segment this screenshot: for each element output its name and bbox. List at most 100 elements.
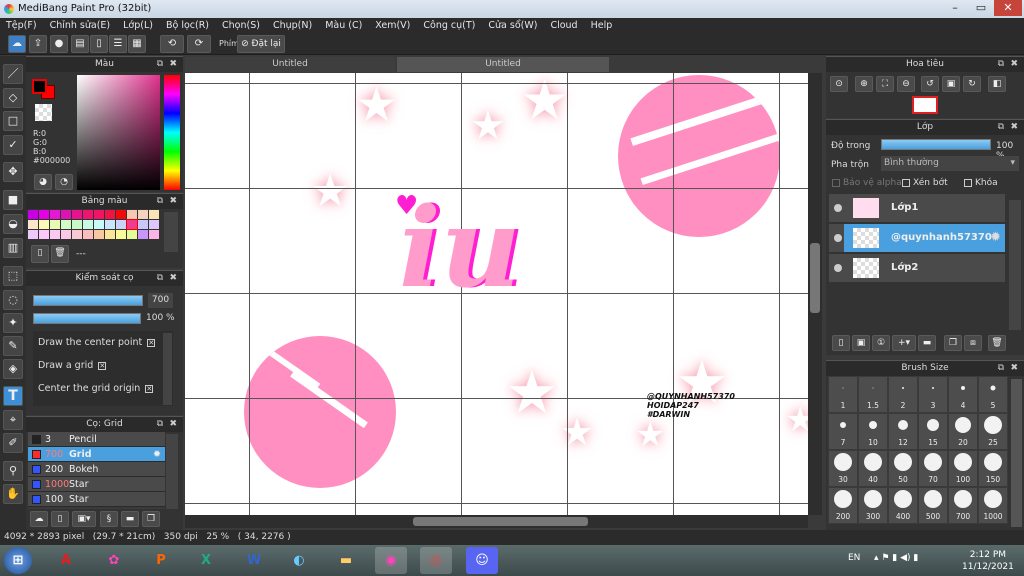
horizontal-scrollbar[interactable] xyxy=(185,515,808,528)
menu-item[interactable]: Chọn(S) xyxy=(222,18,267,33)
lasso-tool-icon[interactable]: ◌ xyxy=(3,290,23,310)
vertical-scrollbar[interactable] xyxy=(808,73,822,515)
new-1bit-layer-icon[interactable]: ① xyxy=(872,335,890,351)
brush-size-cell[interactable]: 12 xyxy=(888,413,918,450)
brush-tool-icon[interactable]: ／ xyxy=(3,64,23,84)
rotate-right-icon[interactable]: ↻ xyxy=(963,76,981,92)
brush-size-cell[interactable]: 3 xyxy=(918,376,948,413)
new-layer-icon[interactable]: ▯ xyxy=(832,335,850,351)
text-tool-icon[interactable]: T xyxy=(3,386,23,406)
word-taskbar-icon[interactable]: W xyxy=(238,547,270,574)
brush-list-scrollbar[interactable] xyxy=(166,434,178,509)
list-icon[interactable]: ☰ xyxy=(109,35,127,53)
fit-icon[interactable]: ⛶ xyxy=(876,76,894,92)
gradient-tool-icon[interactable]: ▥ xyxy=(3,238,23,258)
checkbox[interactable]: ✕ xyxy=(145,384,154,393)
palette-swatch[interactable] xyxy=(61,230,71,239)
brush-size-cell[interactable]: 400 xyxy=(888,487,918,524)
palette-scrollbar[interactable] xyxy=(164,212,178,252)
palette-swatch[interactable] xyxy=(50,210,60,219)
visibility-icon[interactable] xyxy=(834,264,842,272)
line-tool-icon[interactable]: ✓ xyxy=(3,135,23,155)
zoom-actual-icon[interactable]: ⊙ xyxy=(830,76,848,92)
brush-size-cell[interactable]: 500 xyxy=(918,487,948,524)
close-panel-icon[interactable]: ✖ xyxy=(169,417,177,432)
delete-layer-icon[interactable]: 🗑 xyxy=(988,335,1006,351)
protect-alpha-checkbox[interactable]: Bảo vệ alpha xyxy=(832,178,902,188)
eyedropper-tool-icon[interactable]: ⚲ xyxy=(3,461,23,481)
bucket-tool-icon[interactable]: ◒ xyxy=(3,214,23,234)
primary-color-swatch[interactable] xyxy=(32,79,47,94)
blend-mode-select[interactable]: Bình thường ▾ xyxy=(881,156,1019,171)
close-panel-icon[interactable]: ✖ xyxy=(169,194,177,209)
tab-untitled-2[interactable]: Untitled xyxy=(397,57,609,72)
close-panel-icon[interactable]: ✖ xyxy=(169,57,177,72)
brush-item[interactable]: 100 Star xyxy=(28,492,165,507)
hand-tool-icon[interactable]: ✋ xyxy=(3,484,23,504)
undock-icon[interactable]: ⧉ xyxy=(998,361,1004,376)
brush-size-cell[interactable]: 700 xyxy=(948,487,978,524)
brush-item[interactable]: 3 Pencil xyxy=(28,432,165,447)
brush-size-scrollbar[interactable] xyxy=(1011,379,1022,527)
grid-settings-icon[interactable]: ▦ xyxy=(128,35,146,53)
close-panel-icon[interactable]: ✖ xyxy=(1010,120,1018,135)
brush-size-value[interactable]: 700 xyxy=(148,293,173,308)
reset-rotation-icon[interactable]: ▣ xyxy=(942,76,960,92)
rectangle-tool-icon[interactable]: □ xyxy=(3,111,23,131)
brush-option[interactable]: Center the grid origin ✕ xyxy=(38,383,154,394)
brush-size-cell[interactable]: 15 xyxy=(918,413,948,450)
undock-icon[interactable]: ⧉ xyxy=(157,271,163,286)
undock-icon[interactable]: ⧉ xyxy=(998,57,1004,72)
menu-item[interactable]: Bộ lọc(R) xyxy=(166,18,216,33)
brush-size-cell[interactable]: 300 xyxy=(858,487,888,524)
brush-size-cell[interactable]: 7 xyxy=(828,413,858,450)
palette-swatch[interactable] xyxy=(61,220,71,229)
menu-item[interactable]: Chỉnh sửa(E) xyxy=(50,18,118,33)
language-indicator[interactable]: EN xyxy=(848,553,860,563)
palette-swatch[interactable] xyxy=(72,220,82,229)
undock-icon[interactable]: ⧉ xyxy=(157,194,163,209)
transparent-color-swatch[interactable] xyxy=(35,104,52,121)
menu-item[interactable]: Lớp(L) xyxy=(123,18,160,33)
menu-item[interactable]: Help xyxy=(591,18,620,33)
palette-swatch[interactable] xyxy=(127,230,137,239)
horizontal-scroll-thumb[interactable] xyxy=(413,517,588,526)
share-icon[interactable]: ⇪ xyxy=(29,35,47,53)
move-tool-icon[interactable]: ✥ xyxy=(3,162,23,182)
cloud-brush-icon[interactable]: ☁ xyxy=(30,511,48,527)
palette-swatch[interactable] xyxy=(149,210,159,219)
add-layer-menu-icon[interactable]: +▾ xyxy=(892,335,916,351)
layer-opacity-slider[interactable] xyxy=(881,139,991,150)
tray-icons[interactable]: ▴ ⚑ ▮ ◀) ▮ xyxy=(874,553,918,563)
zoom-out-icon[interactable]: ⊖ xyxy=(897,76,915,92)
brush-size-cell[interactable]: 100 xyxy=(948,450,978,487)
palette-swatch[interactable] xyxy=(61,210,71,219)
navigator-thumbnail[interactable] xyxy=(912,96,938,114)
menu-item[interactable]: Chụp(N) xyxy=(273,18,319,33)
reset-button[interactable]: ⊘ Đặt lại xyxy=(237,35,285,53)
brush-size-cell[interactable]: 5 xyxy=(978,376,1008,413)
brush-size-cell[interactable]: 4 xyxy=(948,376,978,413)
operation-tool-icon[interactable]: ⌖ xyxy=(3,410,23,430)
new-brush-icon[interactable]: ▯ xyxy=(51,511,69,527)
brush-size-cell[interactable]: 1000 xyxy=(978,487,1008,524)
message-icon[interactable]: ▤ xyxy=(71,35,89,53)
chrome-taskbar-icon[interactable]: ◎ xyxy=(420,547,452,574)
undo-button[interactable]: ⟲ xyxy=(160,35,184,53)
palette-swatch[interactable] xyxy=(39,230,49,239)
discord-taskbar-icon[interactable]: ☺ xyxy=(466,547,498,574)
clock[interactable]: 2:12 PM 11/12/2021 xyxy=(962,549,1014,573)
undock-icon[interactable]: ⧉ xyxy=(157,57,163,72)
undock-icon[interactable]: ⧉ xyxy=(998,120,1004,135)
brush-size-cell[interactable]: 1 xyxy=(828,376,858,413)
vertical-scroll-thumb[interactable] xyxy=(810,243,820,313)
palette-swatch[interactable] xyxy=(72,210,82,219)
brush-opacity-slider[interactable] xyxy=(33,313,141,324)
brush-size-cell[interactable]: 10 xyxy=(858,413,888,450)
drawing-canvas[interactable]: ★ ★ ★ ★ ★ ★ ★ ★ ★ iu ♥ @QUYNHANH57370 HO… xyxy=(185,73,808,515)
checkbox[interactable]: ✕ xyxy=(147,338,156,347)
palette-swatch[interactable] xyxy=(28,210,38,219)
close-panel-icon[interactable]: ✖ xyxy=(1010,57,1018,72)
palette-swatch[interactable] xyxy=(138,220,148,229)
layer-row[interactable]: Lớp1 xyxy=(829,194,1005,223)
